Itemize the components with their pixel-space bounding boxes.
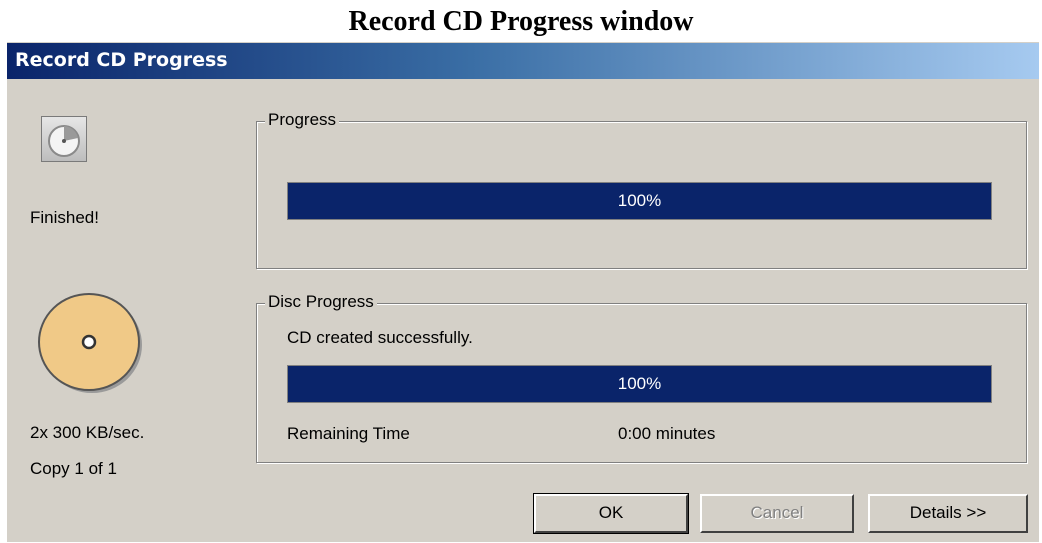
speed-text: 2x 300 KB/sec. — [30, 423, 145, 442]
cancel-button[interactable]: Cancel — [700, 494, 854, 533]
ok-button-label: OK — [598, 503, 624, 522]
cd-disc-icon — [38, 293, 142, 393]
remaining-time-label: Remaining Time — [287, 424, 410, 443]
disc-progress-label: 100% — [617, 374, 662, 393]
remaining-time-value: 0:00 minutes — [618, 424, 716, 443]
progress-clock-graphic — [48, 125, 80, 157]
ok-button[interactable]: OK — [533, 493, 689, 534]
status-text: Finished! — [30, 208, 99, 227]
disc-progress-group-legend: Disc Progress — [265, 292, 377, 312]
progress-clock-icon — [41, 116, 87, 162]
details-button-label: Details >> — [909, 503, 987, 522]
cancel-button-label: Cancel — [750, 503, 804, 522]
window-title: Record CD Progress — [15, 49, 228, 71]
disc-progress-bar: 100% — [287, 365, 992, 403]
title-bar[interactable]: Record CD Progress — [7, 43, 1039, 79]
disc-progress-group: Disc Progress CD created successfully. 1… — [256, 292, 1027, 463]
page-caption: Record CD Progress window — [348, 6, 694, 37]
progress-group: Progress 100% — [256, 110, 1027, 269]
progress-group-legend: Progress — [265, 110, 340, 130]
overall-progress-bar: 100% — [287, 182, 992, 220]
record-cd-progress-dialog: Record CD Progress Finished! 2x 300 KB/s… — [7, 42, 1039, 542]
disc-progress-message: CD created successfully. — [287, 328, 473, 347]
overall-progress-label: 100% — [617, 191, 662, 210]
details-button[interactable]: Details >> — [868, 494, 1028, 533]
copy-text: Copy 1 of 1 — [30, 459, 117, 478]
